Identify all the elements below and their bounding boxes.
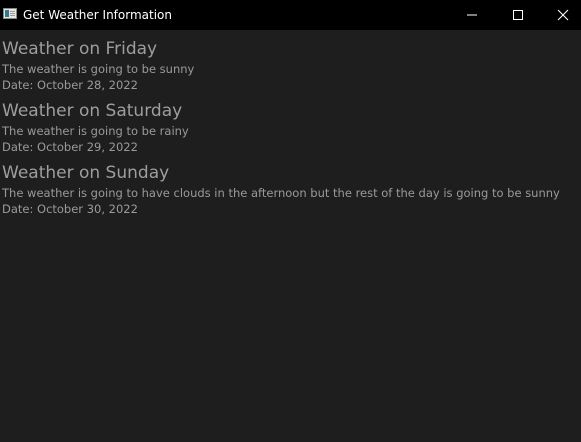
window-title: Get Weather Information — [23, 8, 173, 22]
day-heading: Weather on Saturday — [2, 101, 183, 121]
app-window: Get Weather Information Weather on Frida… — [0, 0, 581, 442]
day-heading: Weather on Sunday — [2, 163, 170, 183]
minimize-button[interactable] — [449, 0, 495, 30]
title-bar[interactable]: Get Weather Information — [0, 0, 581, 30]
day-heading: Weather on Friday — [2, 39, 158, 59]
maximize-icon — [513, 10, 523, 20]
day-date: Date: October 28, 2022 — [2, 78, 138, 92]
day-date: Date: October 29, 2022 — [2, 140, 138, 154]
weather-day-friday: Weather on Friday The weather is going t… — [2, 37, 577, 93]
day-description: The weather is going to be sunny — [2, 62, 195, 76]
minimize-icon — [467, 14, 477, 16]
day-description: The weather is going to have clouds in t… — [2, 186, 560, 200]
weather-day-sunday: Weather on Sunday The weather is going t… — [2, 161, 577, 217]
maximize-button[interactable] — [495, 0, 541, 30]
close-icon — [557, 9, 569, 21]
app-window-icon — [3, 8, 17, 19]
day-date: Date: October 30, 2022 — [2, 202, 138, 216]
weather-day-saturday: Weather on Saturday The weather is going… — [2, 99, 577, 155]
day-description: The weather is going to be rainy — [2, 124, 189, 138]
weather-list: Weather on Friday The weather is going t… — [2, 37, 577, 223]
close-button[interactable] — [540, 0, 581, 30]
